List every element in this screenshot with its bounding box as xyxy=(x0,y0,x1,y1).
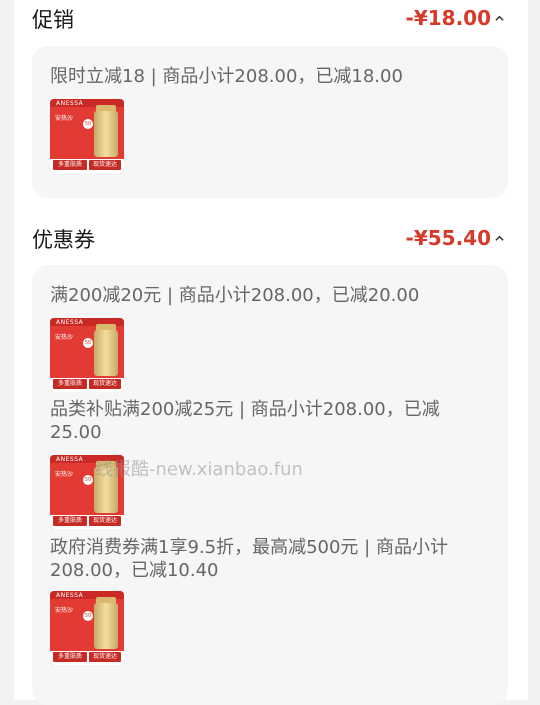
product-thumbnail[interactable]: ANESSA 安热沙 50 多重肤质 现货速达 xyxy=(50,591,124,665)
watermark-text: 线报酷-new.xianbao.fun xyxy=(95,459,303,480)
promotion-item-text: 限时立减18 | 商品小计208.00，已减18.00 xyxy=(50,66,403,87)
coupon-item-text: 品类补贴满200减25元 | 商品小计208.00，已减25.00 xyxy=(50,399,440,443)
chevron-up-icon xyxy=(495,15,504,21)
promotion-amount-toggle[interactable]: -¥18.00 xyxy=(406,6,504,30)
coupon-item-text: 政府消费券满1享9.5折，最高减500元 | 商品小计208.00，已减10.4… xyxy=(50,537,448,581)
product-thumbnail[interactable]: ANESSA 安热沙 50 多重肤质 现货速达 xyxy=(50,99,124,173)
product-thumbnail[interactable]: ANESSA 安热沙 50 多重肤质 现货速达 xyxy=(50,318,124,392)
section-title-coupon: 优惠券 xyxy=(32,228,95,252)
promotion-amount: -¥18.00 xyxy=(405,6,491,30)
coupon-amount-toggle[interactable]: -¥55.40 xyxy=(406,226,504,250)
coupon-amount: -¥55.40 xyxy=(405,226,491,250)
section-title-promotion: 促销 xyxy=(32,8,74,32)
coupon-item-text: 满200减20元 | 商品小计208.00，已减20.00 xyxy=(50,285,420,306)
chevron-up-icon xyxy=(495,235,504,241)
